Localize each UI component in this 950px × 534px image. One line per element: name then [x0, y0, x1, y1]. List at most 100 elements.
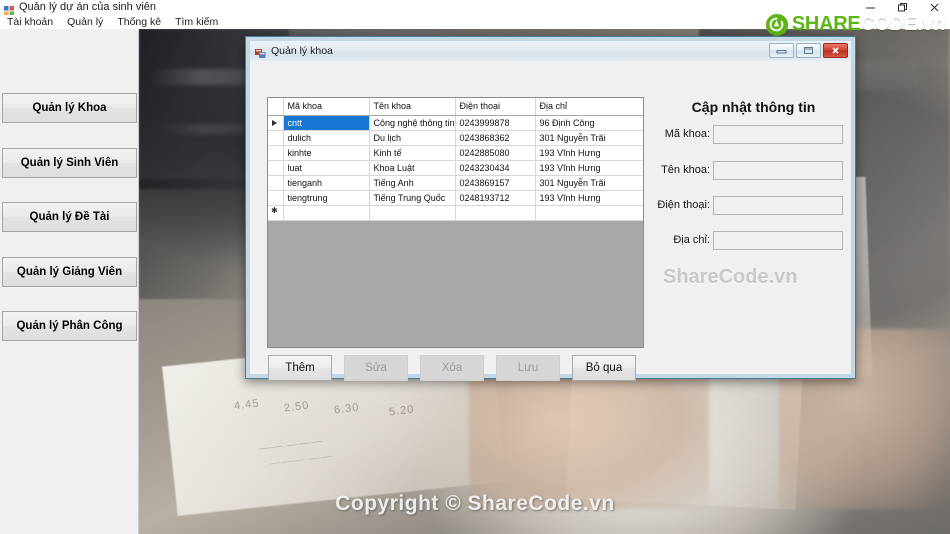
label-ma-khoa: Mã khoa:	[664, 128, 710, 140]
field-row-dien-thoai: Điện thoại:	[640, 196, 845, 216]
dialog-close-button[interactable]	[823, 43, 848, 58]
form-panel-title: Cập nhật thông tin	[691, 99, 816, 115]
cell-ma-khoa[interactable]: luat	[283, 160, 370, 176]
cell-dia-chi[interactable]: 193 Vĩnh Hưng	[535, 190, 643, 206]
row-header[interactable]	[268, 130, 284, 146]
cell-ma-khoa[interactable]	[283, 205, 370, 221]
dialog-minimize-button[interactable]	[769, 43, 794, 58]
dien-thoai-input[interactable]	[713, 196, 843, 215]
dialog-body: Mã khoa Tên khoa Điện thoại Địa chỉ cntt…	[250, 61, 851, 381]
table-row[interactable]: dulich Du lịch 0243868362 301 Nguyễn Trã…	[268, 130, 643, 146]
cell-ma-khoa[interactable]: tienganh	[283, 175, 370, 191]
luu-button: Lưu	[496, 355, 560, 381]
cell-ma-khoa[interactable]: tiengtrung	[283, 190, 370, 206]
cell-dia-chi[interactable]	[535, 205, 643, 221]
cell-ten-khoa[interactable]: Khoa Luật	[369, 160, 456, 176]
application-window: 4.45 2.50 6.30 5.20 —— ——— ——— —— Quản l…	[0, 0, 950, 534]
cell-ten-khoa[interactable]: Kinh tế	[369, 145, 456, 161]
row-header[interactable]	[268, 145, 284, 161]
cell-ten-khoa[interactable]: Công nghệ thông tin	[369, 115, 456, 131]
sharecode-logo-icon	[765, 13, 788, 36]
field-row-ten-khoa: Tên khoa:	[640, 161, 845, 181]
row-selector-header	[268, 98, 284, 116]
sidebar-item-quan-ly-khoa[interactable]: Quản lý Khoa	[2, 93, 137, 123]
column-header-ma-khoa[interactable]: Mã khoa	[283, 98, 370, 116]
table-row[interactable]: tiengtrung Tiếng Trung Quốc 0248193712 1…	[268, 190, 643, 206]
sidebar-item-quan-ly-giang-vien[interactable]: Quản lý Giảng Viên	[2, 257, 137, 287]
row-header-current[interactable]	[268, 115, 284, 131]
sidebar-item-label: Quản lý Giảng Viên	[16, 266, 123, 278]
ten-khoa-input[interactable]	[713, 161, 843, 180]
field-row-dia-chi: Địa chỉ:	[640, 231, 845, 251]
cell-dien-thoai[interactable]: 0243999878	[455, 115, 536, 131]
sidebar-panel: Quản lý Khoa Quản lý Sinh Viên Quản lý Đ…	[0, 29, 139, 534]
app-icon	[4, 3, 14, 16]
khoa-datagrid[interactable]: Mã khoa Tên khoa Điện thoại Địa chỉ cntt…	[267, 97, 644, 348]
cell-dien-thoai[interactable]: 0248193712	[455, 190, 536, 206]
dia-chi-input[interactable]	[713, 231, 843, 250]
table-row[interactable]: luat Khoa Luật 0243230434 193 Vĩnh Hưng	[268, 160, 643, 176]
sharecode-logo: SHARECODE.vn	[765, 13, 945, 36]
table-row-new[interactable]	[268, 205, 643, 221]
label-dia-chi: Địa chỉ:	[673, 234, 710, 246]
sua-button: Sửa	[344, 355, 408, 381]
logo-code-text: CODE.vn	[860, 13, 945, 35]
sidebar-item-quan-ly-phan-cong[interactable]: Quản lý Phân Công	[2, 311, 137, 341]
cell-dia-chi[interactable]: 301 Nguyễn Trãi	[535, 175, 643, 191]
cell-dien-thoai[interactable]: 0242885080	[455, 145, 536, 161]
cell-ma-khoa[interactable]: kinhte	[283, 145, 370, 161]
cell-ten-khoa[interactable]: Du lịch	[369, 130, 456, 146]
cell-ma-khoa[interactable]: dulich	[283, 130, 370, 146]
sidebar-item-label: Quản lý Khoa	[32, 102, 107, 114]
table-row[interactable]: cntt Công nghệ thông tin 0243999878 96 Đ…	[268, 115, 643, 131]
xoa-button: Xóa	[420, 355, 484, 381]
cell-dia-chi[interactable]: 193 Vĩnh Hưng	[535, 160, 643, 176]
row-header[interactable]	[268, 160, 284, 176]
table-row[interactable]: tienganh Tiếng Anh 0243869157 301 Nguyễn…	[268, 175, 643, 191]
table-row[interactable]: kinhte Kinh tế 0242885080 193 Vĩnh Hưng	[268, 145, 643, 161]
row-header[interactable]	[268, 175, 284, 191]
khoa-table: Mã khoa Tên khoa Điện thoại Địa chỉ cntt…	[268, 98, 643, 221]
table-header-row: Mã khoa Tên khoa Điện thoại Địa chỉ	[268, 98, 643, 116]
row-header[interactable]	[268, 190, 284, 206]
cell-ten-khoa[interactable]: Tiếng Trung Quốc	[369, 190, 456, 206]
label-dien-thoai: Điện thoại:	[657, 199, 710, 211]
cell-ma-khoa[interactable]: cntt	[283, 115, 370, 131]
cell-dia-chi[interactable]: 193 Vĩnh Hưng	[535, 145, 643, 161]
dialog-window-controls	[769, 43, 848, 58]
sidebar-item-quan-ly-sinh-vien[interactable]: Quản lý Sinh Viên	[2, 148, 137, 178]
them-button[interactable]: Thêm	[268, 355, 332, 381]
sidebar-item-label: Quản lý Sinh Viên	[20, 157, 119, 169]
ma-khoa-input[interactable]	[713, 125, 843, 144]
column-header-dia-chi[interactable]: Địa chỉ	[535, 98, 643, 116]
main-window-title: Quản lý dự án của sinh viên	[19, 1, 157, 13]
cell-dien-thoai[interactable]: 0243868362	[455, 130, 536, 146]
bo-qua-button[interactable]: Bỏ qua	[572, 355, 636, 381]
logo-share-text: SHARE	[791, 13, 861, 35]
menu-item-thong-ke[interactable]: Thống kê	[110, 15, 168, 29]
quan-ly-khoa-dialog: Quản lý khoa Mã khoa Tên khoa Điện thoại…	[245, 36, 856, 381]
sidebar-item-label: Quản lý Đề Tài	[29, 211, 110, 223]
cell-dien-thoai[interactable]: 0243230434	[455, 160, 536, 176]
cell-dia-chi[interactable]: 96 Định Công	[535, 115, 643, 131]
cell-ten-khoa[interactable]: Tiếng Anh	[369, 175, 456, 191]
cell-dien-thoai[interactable]: 0243869157	[455, 175, 536, 191]
column-header-dien-thoai[interactable]: Điện thoại	[455, 98, 536, 116]
dialog-maximize-button[interactable]	[796, 43, 821, 58]
menu-item-tim-kiem[interactable]: Tìm kiếm	[168, 15, 225, 29]
table-header: Mã khoa Tên khoa Điện thoại Địa chỉ	[268, 98, 643, 116]
dialog-title: Quản lý khoa	[271, 45, 333, 57]
sidebar-item-quan-ly-de-tai[interactable]: Quản lý Đề Tài	[2, 202, 137, 232]
cell-dien-thoai[interactable]	[455, 205, 536, 221]
column-header-ten-khoa[interactable]: Tên khoa	[369, 98, 456, 116]
sharecode-logo-text: SHARECODE.vn	[792, 13, 945, 36]
table-body: cntt Công nghệ thông tin 0243999878 96 Đ…	[268, 115, 643, 221]
menu-item-tai-khoan[interactable]: Tài khoản	[0, 15, 60, 29]
dialog-titlebar: Quản lý khoa	[250, 41, 851, 61]
menu-item-quan-ly[interactable]: Quản lý	[60, 15, 110, 29]
cell-ten-khoa[interactable]	[369, 205, 456, 221]
label-ten-khoa: Tên khoa:	[661, 164, 710, 176]
sidebar-item-label: Quản lý Phân Công	[16, 320, 123, 332]
row-header-new[interactable]	[268, 205, 284, 221]
cell-dia-chi[interactable]: 301 Nguyễn Trãi	[535, 130, 643, 146]
